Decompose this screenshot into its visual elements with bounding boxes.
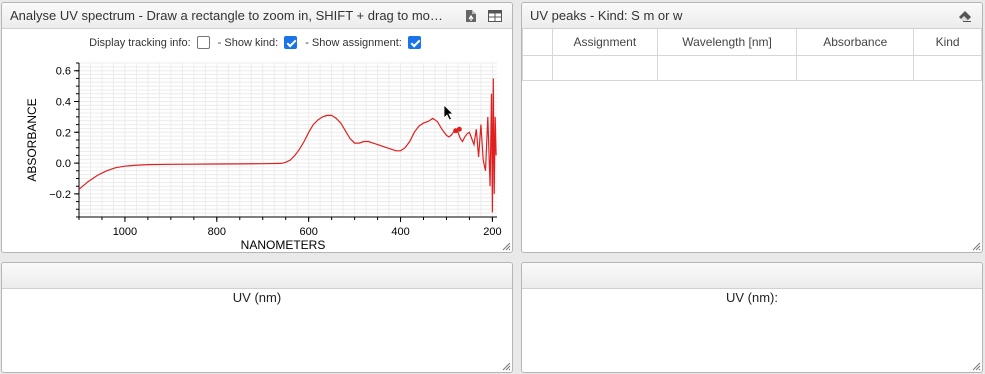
uv-text-panel-right: UV (nm):: [521, 262, 983, 373]
spectrum-panel-title: Analyse UV spectrum - Draw a rectangle t…: [10, 8, 443, 23]
y-axis-label: ABSORBANCE: [25, 98, 39, 181]
table-cell[interactable]: [522, 54, 553, 81]
table-cell[interactable]: [656, 54, 798, 81]
uv-text-panel-left: UV (nm): [1, 262, 513, 373]
y-tick-label: 0.6: [56, 66, 71, 78]
uv-peaks-panel: UV peaks - Kind: S m or w Assignment Wav…: [521, 2, 983, 253]
x-tick-label: 1000: [113, 226, 137, 238]
uv-peaks-table: Assignment Wavelength [nm] Absorbance Ki…: [522, 29, 982, 81]
table-icon[interactable]: [486, 8, 504, 24]
column-header-absorbance[interactable]: Absorbance: [796, 29, 915, 56]
show-assignment-label: - Show assignment:: [305, 36, 402, 49]
x-tick-label: 200: [483, 226, 501, 238]
uv-text-panel-left-header: [2, 263, 512, 289]
eraser-icon[interactable]: [956, 8, 974, 24]
tracking-info-label: Display tracking info:: [89, 36, 191, 49]
uv-peaks-title: UV peaks - Kind: S m or w: [530, 8, 683, 23]
uv-nm-colon-label: UV (nm):: [726, 290, 778, 305]
table-row[interactable]: [522, 54, 982, 81]
resize-handle[interactable]: [502, 362, 511, 371]
y-tick-label: −0.2: [49, 189, 71, 201]
x-tick-label: 800: [208, 226, 226, 238]
uv-nm-label: UV (nm): [232, 290, 282, 305]
table-cell[interactable]: [796, 54, 915, 81]
show-assignment-checkbox[interactable]: [407, 36, 421, 49]
uv-text-panel-right-header: [522, 263, 982, 289]
resize-handle[interactable]: [502, 242, 511, 251]
y-tick-label: 0.2: [56, 127, 71, 139]
column-header-index[interactable]: [522, 29, 553, 56]
y-tick-label: 0.4: [56, 97, 71, 109]
resize-handle[interactable]: [972, 242, 981, 251]
display-options: Display tracking info: - Show kind: - Sh…: [2, 36, 512, 49]
uv-spectrum-chart[interactable]: 1000 800 600 400 200 0.6 0.4 0.2 0.0 −0.2 NANOMETE…: [2, 53, 512, 253]
x-axis-label: NANOMETERS: [241, 238, 326, 252]
column-header-assignment[interactable]: Assignment: [551, 29, 658, 56]
column-header-kind[interactable]: Kind: [913, 29, 982, 56]
show-kind-checkbox[interactable]: [284, 36, 298, 49]
y-tick-label: 0.0: [56, 158, 71, 170]
spectrum-panel: Analyse UV spectrum - Draw a rectangle t…: [1, 2, 513, 253]
table-cell[interactable]: [551, 54, 658, 81]
table-cell[interactable]: [913, 54, 982, 81]
tracking-info-checkbox[interactable]: [196, 36, 210, 49]
show-kind-label: - Show kind:: [217, 36, 279, 49]
export-icon[interactable]: [462, 8, 480, 24]
column-header-wavelength[interactable]: Wavelength [nm]: [656, 29, 798, 56]
spectrum-panel-header: Analyse UV spectrum - Draw a rectangle t…: [2, 3, 512, 29]
x-tick-label: 400: [391, 226, 409, 238]
resize-handle[interactable]: [972, 362, 981, 371]
table-header-row: Assignment Wavelength [nm] Absorbance Ki…: [522, 29, 982, 56]
spectrum-line: [78, 78, 497, 213]
mouse-cursor-icon: [443, 104, 454, 121]
uv-peaks-header: UV peaks - Kind: S m or w: [522, 3, 982, 29]
peak-marker: [456, 126, 462, 132]
x-tick-label: 600: [299, 226, 317, 238]
